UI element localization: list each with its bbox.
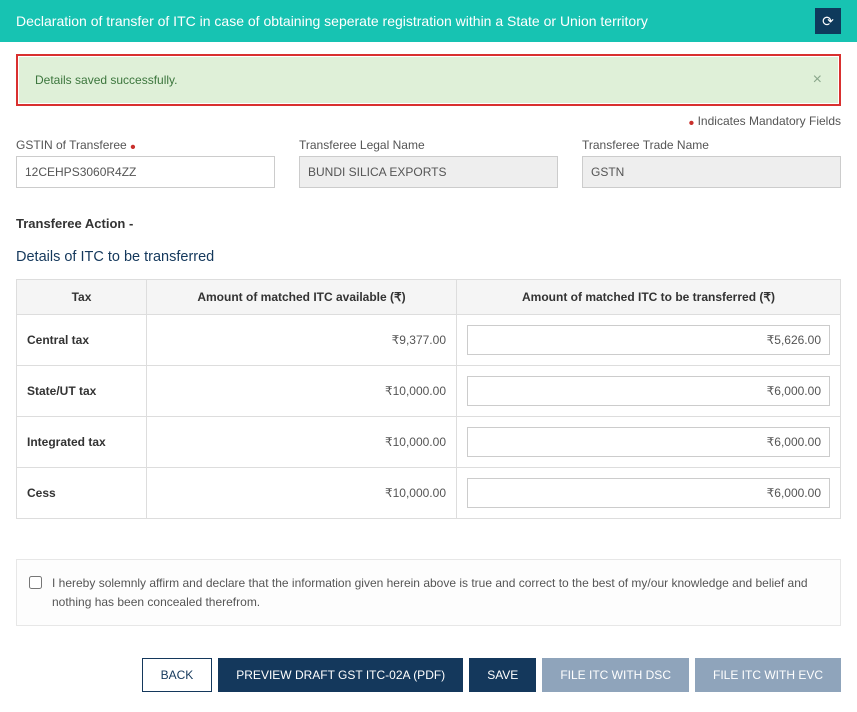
tax-label: Cess — [17, 468, 147, 519]
table-row: Central tax ₹9,377.00 — [17, 315, 841, 366]
table-row: Cess ₹10,000.00 — [17, 468, 841, 519]
available-amount: ₹10,000.00 — [147, 417, 457, 468]
trade-name-field-group: Transferee Trade Name — [582, 138, 841, 188]
file-evc-button[interactable]: FILE ITC WITH EVC — [695, 658, 841, 692]
trade-name-label: Transferee Trade Name — [582, 138, 841, 152]
transfer-amount-input[interactable] — [467, 376, 830, 406]
transfer-amount-input[interactable] — [467, 478, 830, 508]
table-row: Integrated tax ₹10,000.00 — [17, 417, 841, 468]
available-amount: ₹10,000.00 — [147, 468, 457, 519]
alert-message: Details saved successfully. — [35, 73, 178, 87]
back-button[interactable]: BACK — [142, 658, 213, 692]
legal-name-field-group: Transferee Legal Name — [299, 138, 558, 188]
declaration-checkbox[interactable] — [29, 576, 42, 589]
itc-section-title: Details of ITC to be transferred — [16, 249, 841, 265]
transferee-action-heading: Transferee Action - — [16, 216, 841, 231]
gstin-label-text: GSTIN of Transferee — [16, 138, 127, 152]
legal-name-input — [299, 156, 558, 188]
gstin-input[interactable] — [16, 156, 275, 188]
page-header: Declaration of transfer of ITC in case o… — [0, 0, 857, 42]
refresh-icon: ⟳ — [822, 13, 834, 30]
preview-draft-button[interactable]: PREVIEW DRAFT GST ITC-02A (PDF) — [218, 658, 463, 692]
mandatory-note: • Indicates Mandatory Fields — [16, 114, 841, 128]
available-amount: ₹10,000.00 — [147, 366, 457, 417]
gstin-label: GSTIN of Transferee • — [16, 138, 275, 152]
transfer-amount-input[interactable] — [467, 325, 830, 355]
mandatory-icon: • — [689, 115, 695, 132]
declaration-text: I hereby solemnly affirm and declare tha… — [52, 574, 828, 611]
close-icon[interactable]: × — [813, 71, 822, 89]
legal-name-label: Transferee Legal Name — [299, 138, 558, 152]
button-row: BACK PREVIEW DRAFT GST ITC-02A (PDF) SAV… — [16, 658, 841, 692]
th-tax: Tax — [17, 280, 147, 315]
save-button[interactable]: SAVE — [469, 658, 536, 692]
itc-table: Tax Amount of matched ITC available (₹) … — [16, 279, 841, 519]
trade-name-input — [582, 156, 841, 188]
file-dsc-button[interactable]: FILE ITC WITH DSC — [542, 658, 689, 692]
alert-container: Details saved successfully. × — [16, 54, 841, 106]
success-alert: Details saved successfully. × — [19, 57, 838, 103]
th-transfer: Amount of matched ITC to be transferred … — [457, 280, 841, 315]
table-row: State/UT tax ₹10,000.00 — [17, 366, 841, 417]
transferee-form-row: GSTIN of Transferee • Transferee Legal N… — [16, 138, 841, 188]
mandatory-text: Indicates Mandatory Fields — [698, 114, 841, 128]
transfer-amount-input[interactable] — [467, 427, 830, 457]
page-title: Declaration of transfer of ITC in case o… — [16, 13, 648, 29]
tax-label: Central tax — [17, 315, 147, 366]
available-amount: ₹9,377.00 — [147, 315, 457, 366]
declaration-box: I hereby solemnly affirm and declare tha… — [16, 559, 841, 626]
th-available: Amount of matched ITC available (₹) — [147, 280, 457, 315]
tax-label: State/UT tax — [17, 366, 147, 417]
refresh-button[interactable]: ⟳ — [815, 8, 841, 34]
mandatory-icon: • — [130, 139, 136, 156]
table-header-row: Tax Amount of matched ITC available (₹) … — [17, 280, 841, 315]
tax-label: Integrated tax — [17, 417, 147, 468]
gstin-field-group: GSTIN of Transferee • — [16, 138, 275, 188]
